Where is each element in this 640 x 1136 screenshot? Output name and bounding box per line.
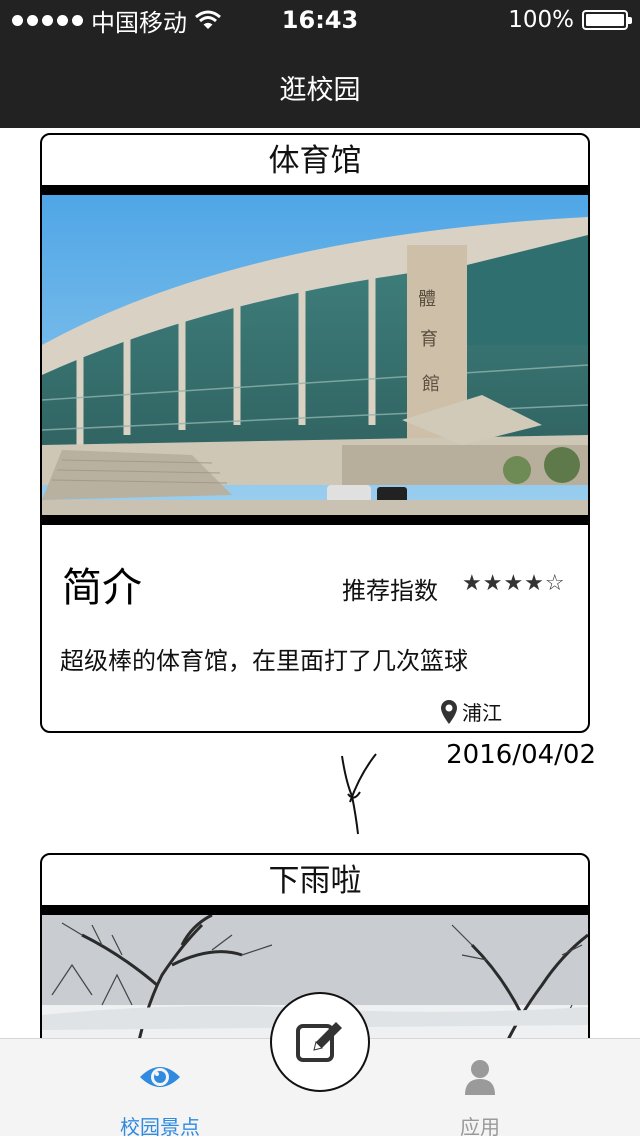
location: 浦江 <box>440 697 502 726</box>
status-bar: 中国移动 16:43 100% <box>0 0 640 40</box>
svg-text:育: 育 <box>420 329 438 350</box>
location-label: 浦江 <box>462 701 502 725</box>
recommend-label: 推荐指数 <box>342 577 438 605</box>
svg-text:體: 體 <box>418 289 436 310</box>
status-right: 100% <box>508 6 632 34</box>
intro-heading: 简介 <box>62 565 142 611</box>
compose-button[interactable] <box>270 992 370 1092</box>
person-icon <box>465 1060 495 1095</box>
navigation-bar: 逛校园 <box>0 40 640 128</box>
post-date: 2016/04/02 <box>446 740 596 770</box>
svg-text:館: 館 <box>422 374 440 395</box>
post-body: 简介 推荐指数 ★★★★☆ 超级棒的体育馆，在里面打了几次篮球 浦江 <box>42 525 588 731</box>
page-title: 逛校园 <box>279 75 361 106</box>
battery-icon <box>582 10 632 30</box>
tab-campus-sights[interactable]: 校园景点 <box>80 1039 240 1136</box>
eye-icon <box>140 1067 180 1087</box>
timeline-connector <box>341 753 377 835</box>
divider <box>42 515 588 525</box>
tab-label: 应用 <box>460 1115 500 1136</box>
tab-label: 校园景点 <box>120 1115 200 1136</box>
post-card[interactable]: 体育馆 體 育 館 简介 推荐指数 ★★★★☆ 超级棒的体育馆，在里面打了几次篮… <box>40 133 590 733</box>
post-description: 超级棒的体育馆，在里面打了几次篮球 <box>60 647 468 675</box>
tab-apps[interactable]: 应用 <box>400 1039 560 1136</box>
divider <box>42 905 588 915</box>
star-rating: ★★★★☆ <box>462 571 566 596</box>
gymnasium-illustration: 體 育 館 <box>42 195 588 515</box>
post-title: 体育馆 <box>268 143 362 179</box>
edit-icon <box>296 1022 342 1062</box>
battery-percent: 100% <box>508 7 574 33</box>
gymnasium-photo[interactable]: 體 育 館 <box>42 195 588 515</box>
divider <box>42 185 588 195</box>
post-title: 下雨啦 <box>268 863 362 899</box>
map-pin-icon <box>441 699 457 724</box>
